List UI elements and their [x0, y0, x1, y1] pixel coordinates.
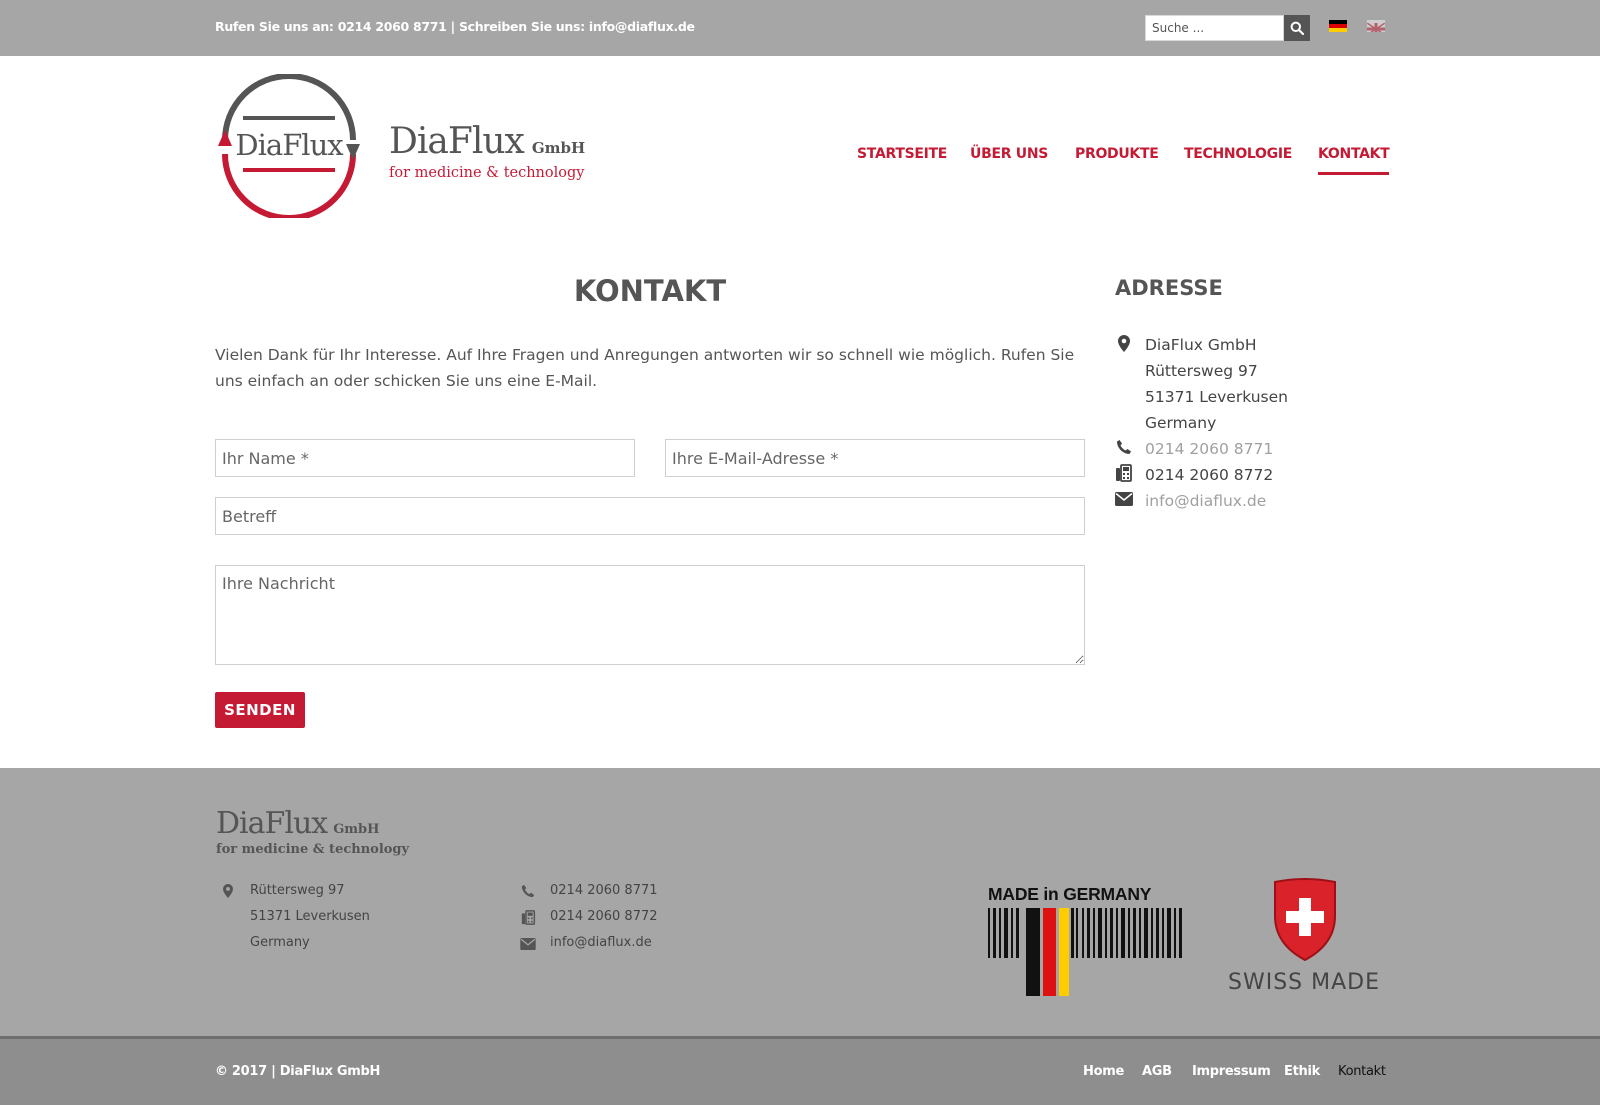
topbar-contact: Rufen Sie uns an: 0214 2060 8771 | Schre… [215, 19, 695, 34]
flag-de-icon[interactable] [1329, 20, 1347, 32]
address-email-link[interactable]: info@diaflux.de [1145, 488, 1266, 514]
nav-technologie[interactable]: TECHNOLOGIE [1184, 146, 1292, 162]
map-marker-icon [1115, 334, 1133, 352]
footer-link-ethik[interactable]: Ethik [1284, 1064, 1320, 1079]
address-company: DiaFlux GmbH [1145, 336, 1257, 354]
logo[interactable]: DiaFlux [215, 73, 363, 221]
footer-fax: 0214 2060 8772 [550, 909, 658, 924]
logo-text: DiaFlux [235, 128, 343, 162]
address-city: 51371 Leverkusen [1145, 388, 1288, 406]
nav-produkte[interactable]: PRODUKTE [1075, 146, 1159, 162]
footer-country: Germany [250, 935, 310, 950]
search-icon [1290, 21, 1304, 35]
address-fax: 0214 2060 8772 [1145, 466, 1274, 484]
topbar-phone[interactable]: 0214 2060 8771 [338, 19, 447, 34]
message-field[interactable] [215, 565, 1085, 665]
barcode-icon [988, 908, 1182, 996]
made-in-germany-badge: MADE in GERMANY [988, 884, 1183, 996]
footer-link-home[interactable]: Home [1083, 1064, 1124, 1079]
brand-tagline: for medicine & technology [389, 165, 585, 181]
footer-fax-icon [520, 909, 536, 925]
topbar-call-prefix: Rufen Sie uns an: [215, 19, 334, 34]
address-phone-link[interactable]: 0214 2060 8771 [1145, 436, 1273, 462]
fax-icon [1115, 464, 1133, 482]
footer-phone[interactable]: 0214 2060 8771 [550, 878, 658, 904]
email-field[interactable] [665, 439, 1085, 477]
footer-envelope-icon [520, 936, 536, 952]
intro-text: Vielen Dank für Ihr Interesse. Auf Ihre … [215, 346, 1075, 390]
footer-brand-suffix: GmbH [333, 822, 380, 837]
nav-startseite[interactable]: STARTSEITE [857, 146, 947, 162]
footer-phone-icon [520, 883, 536, 899]
nav-ueber-uns[interactable]: ÜBER UNS [970, 146, 1048, 162]
topbar-separator: | [450, 19, 456, 34]
brand-suffix: GmbH [531, 139, 586, 157]
footer-street: Rüttersweg 97 [250, 883, 345, 898]
footer-brand-tagline: for medicine & technology [216, 842, 410, 857]
page-title: KONTAKT [573, 274, 727, 308]
swiss-made-text: SWISS MADE [1227, 970, 1380, 995]
send-button[interactable]: SENDEN [215, 692, 305, 728]
footer-city: 51371 Leverkusen [250, 909, 370, 924]
footer-link-impressum[interactable]: Impressum [1192, 1064, 1271, 1079]
address-country: Germany [1145, 414, 1217, 432]
phone-icon [1115, 438, 1133, 456]
footer-map-marker-icon [220, 883, 236, 899]
made-in-germany-text: MADE in GERMANY [988, 884, 1152, 904]
footer-email[interactable]: info@diaflux.de [550, 930, 652, 956]
search-button[interactable] [1284, 15, 1310, 41]
swiss-made-badge: SWISS MADE [1222, 878, 1386, 998]
footer-brand: DiaFlux GmbH [216, 806, 379, 841]
topbar-write-prefix: Schreiben Sie uns: [458, 19, 585, 34]
nav-kontakt[interactable]: KONTAKT [1318, 146, 1390, 175]
address-title: ADRESSE [1115, 276, 1223, 300]
brand: DiaFlux GmbH [389, 121, 585, 162]
envelope-icon [1115, 490, 1133, 508]
topbar-email-link[interactable]: info@diaflux.de [589, 19, 695, 34]
name-field[interactable] [215, 439, 635, 477]
address-street: Rüttersweg 97 [1145, 362, 1258, 380]
footer-link-agb[interactable]: AGB [1142, 1064, 1172, 1079]
search-form [1145, 15, 1310, 41]
copyright: © 2017 | DiaFlux GmbH [215, 1064, 381, 1079]
brand-name: DiaFlux [389, 121, 525, 162]
footer-brand-name: DiaFlux [216, 806, 328, 841]
swiss-shield-icon [1274, 878, 1336, 962]
footer-link-kontakt[interactable]: Kontakt [1338, 1064, 1386, 1079]
search-input[interactable] [1145, 15, 1284, 41]
flag-uk-icon[interactable] [1367, 20, 1385, 32]
subject-field[interactable] [215, 497, 1085, 535]
